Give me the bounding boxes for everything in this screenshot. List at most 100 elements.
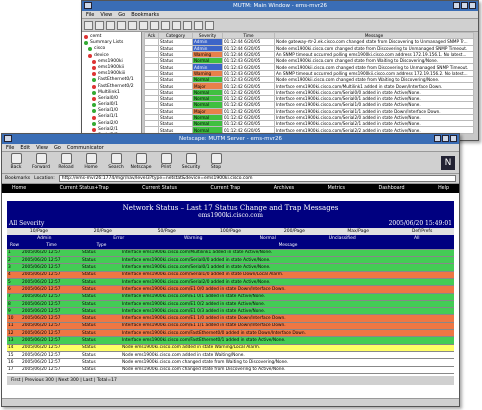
severity-link[interactable]: Error xyxy=(82,235,157,242)
event-time: 2005/06/20 12:57 xyxy=(21,263,81,272)
print-button[interactable]: Print xyxy=(156,153,176,172)
grid-row[interactable]: Status Warning 01:12:43 6/20/05 An SNMP tim… xyxy=(144,69,474,78)
menu-view[interactable]: View xyxy=(36,144,48,151)
maximize-icon[interactable] xyxy=(461,2,468,9)
grid-row[interactable]: Status Admin 01:12:44 6/20/05 Node ems1900k… xyxy=(144,44,474,52)
grid-row[interactable]: Status Warning 01:12:44 6/20/05 An SNMP tim… xyxy=(144,50,474,59)
bookmarks-button[interactable]: Bookmarks xyxy=(5,176,30,181)
toolbar-tool-icon[interactable] xyxy=(106,21,115,30)
window-menu-icon[interactable] xyxy=(84,2,92,9)
back-button[interactable]: Back xyxy=(6,153,26,172)
page-content: Network Status – Last 17 Status Change a… xyxy=(2,201,459,385)
toolbar-label: Back xyxy=(10,165,22,170)
toolbar-tool-icon[interactable] xyxy=(183,21,192,30)
page-size-link[interactable]: 10/Page xyxy=(7,228,71,235)
device-tree[interactable]: cemt Summary Lists cisco device ems1900ki ems… xyxy=(82,32,142,140)
grid-row[interactable]: Status Major 01:12:42 6/20/05 Interface ems… xyxy=(144,107,474,115)
severity-link[interactable]: Admin xyxy=(7,235,82,242)
status-dot-icon xyxy=(88,53,92,58)
nav-link[interactable]: Metrics xyxy=(328,184,345,193)
event-type: Status xyxy=(81,300,121,309)
toolbar-tool-icon[interactable] xyxy=(172,21,181,30)
print-icon xyxy=(160,153,172,164)
grid-row[interactable]: Status Major 01:12:42 6/20/05 Interface ems… xyxy=(144,82,474,90)
close-icon[interactable] xyxy=(469,2,476,9)
toolbar-tool-icon[interactable] xyxy=(150,21,159,30)
toolbar-tool-icon[interactable] xyxy=(205,21,214,30)
menu-go[interactable]: Go xyxy=(54,144,61,151)
page-size-link[interactable]: 50/Page xyxy=(135,228,199,235)
page-size-link[interactable]: 20/Page xyxy=(71,228,135,235)
nav-link[interactable]: Current Status+Trap xyxy=(60,184,109,193)
event-grid[interactable]: Ack Category Severity Time Message Statu… xyxy=(144,32,474,134)
event-type: Status xyxy=(81,271,121,280)
event-type: Status xyxy=(81,358,121,367)
event-message: Interface ems1900ki.cisco.com/Serial0/1 … xyxy=(121,263,454,272)
menu-bookmarks[interactable]: Bookmarks xyxy=(131,11,159,18)
event-message: Interface ems1900ki.cisco.com/Multilink1… xyxy=(121,249,454,258)
nav-link[interactable]: Current Trap xyxy=(210,184,240,193)
search-button[interactable]: Search xyxy=(106,153,126,172)
page-size-link[interactable]: Max/Page xyxy=(326,228,390,235)
toolbar-tool-icon[interactable] xyxy=(84,21,93,30)
browser-window: Netscape: MUTM Server - ems-mvr26 File Ed… xyxy=(1,133,460,407)
col-row: Row xyxy=(7,242,21,250)
nav-link[interactable]: Home xyxy=(12,184,26,193)
toolbar-tool-icon[interactable] xyxy=(139,21,148,30)
minimize-icon[interactable] xyxy=(453,2,460,9)
page-size-link[interactable]: Def/Prefs xyxy=(390,228,454,235)
menu-file[interactable]: File xyxy=(86,11,94,18)
severity-link[interactable]: Normal xyxy=(231,235,306,242)
menu-view[interactable]: View xyxy=(100,11,112,18)
toolbar-tool-icon[interactable] xyxy=(128,21,137,30)
grid-row[interactable]: Status Admin 01:12:44 6/20/05 Node gateway-… xyxy=(144,38,474,46)
netscape-button[interactable]: Netscape xyxy=(130,153,152,172)
toolbar-tool-icon[interactable] xyxy=(117,21,126,30)
browser-titlebar[interactable]: Netscape: MUTM Server - ems-mvr26 xyxy=(2,134,459,144)
menu-edit[interactable]: Edit xyxy=(20,144,30,151)
grid-row[interactable]: Status Normal 01:12:43 6/20/05 Node ems1900… xyxy=(144,57,474,65)
grid-row[interactable]: Status Admin 01:12:43 6/20/05 Node ems1900k… xyxy=(144,63,474,71)
minimize-icon[interactable] xyxy=(434,135,441,142)
menu-communicator[interactable]: Communicator xyxy=(67,144,104,151)
event-row: 4 2005/06/20 12:57 Status Interface ems1900… xyxy=(7,271,454,280)
toolbar-tool-icon[interactable] xyxy=(194,21,203,30)
stop-button[interactable]: Stop xyxy=(206,153,226,172)
nav-link[interactable]: Archives xyxy=(274,184,294,193)
toolbar-tool-icon[interactable] xyxy=(161,21,170,30)
event-type: Status xyxy=(81,307,121,316)
nav-link[interactable]: Current Status xyxy=(142,184,177,193)
forward-button[interactable]: Forward xyxy=(31,153,51,172)
main-window-titlebar[interactable]: MUTM: Main Window - ems-mvr26 xyxy=(82,1,478,11)
status-dot-icon xyxy=(84,35,88,40)
event-type: Status xyxy=(81,293,121,301)
event-time: 2005/06/20 12:57 xyxy=(21,256,81,265)
page-size-link[interactable]: 200/Page xyxy=(262,228,326,235)
message-cell: An SNMP timeout occurred polling ems1900… xyxy=(274,69,474,78)
page-size-row: 10/Page 20/Page 50/Page 100/Page 200/Page Max… xyxy=(7,228,454,235)
nav-link[interactable]: Help xyxy=(438,184,449,193)
row-number: 13 xyxy=(7,336,21,345)
event-type: Status xyxy=(81,351,121,360)
reload-button[interactable]: Reload xyxy=(56,153,76,172)
toolbar-tool-icon[interactable] xyxy=(95,21,104,30)
grid-row[interactable]: Status Normal 01:12:43 6/20/05 Node ems1900… xyxy=(144,76,474,84)
window-menu-icon[interactable] xyxy=(4,135,12,142)
menu-file[interactable]: File xyxy=(6,144,14,151)
pagination-footer[interactable]: First | Previous 300 | Next 300 | Last |… xyxy=(7,375,454,385)
severity-link[interactable]: Unclassified xyxy=(305,235,380,242)
close-icon[interactable] xyxy=(450,135,457,142)
status-dot-icon xyxy=(84,41,88,46)
menu-go[interactable]: Go xyxy=(118,11,125,18)
url-input[interactable]: http://ems-mvr26:1774/mgr/nav/level3?typ… xyxy=(58,175,456,182)
severity-link[interactable]: All xyxy=(380,235,455,242)
event-message: Interface ems1900ki.cisco.com/FastEthern… xyxy=(121,336,454,345)
maximize-icon[interactable] xyxy=(442,135,449,142)
severity-filter-label: All Severity xyxy=(9,220,45,227)
severity-link[interactable]: Warning xyxy=(156,235,231,242)
home-button[interactable]: Home xyxy=(81,153,101,172)
page-size-link[interactable]: 100/Page xyxy=(199,228,263,235)
nav-link[interactable]: Dashboard xyxy=(379,184,405,193)
row-number: 7 xyxy=(7,293,21,301)
security-button[interactable]: Security xyxy=(181,153,201,172)
